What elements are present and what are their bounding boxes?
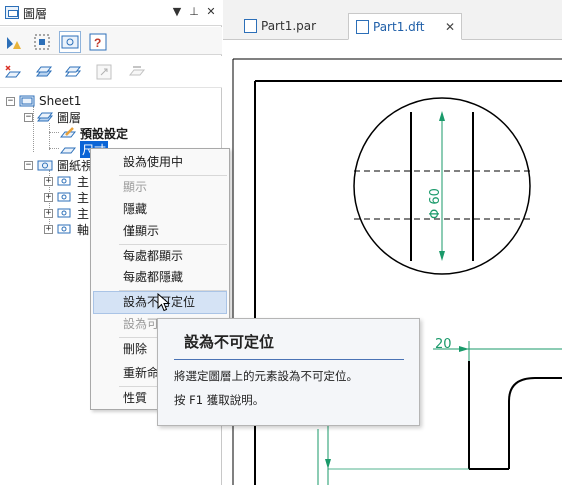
expand-icon[interactable]: +: [44, 176, 53, 186]
panel-title: 圖層: [23, 7, 48, 21]
tree-node-sheet[interactable]: − Sheet1: [6, 93, 81, 109]
show-layer-button[interactable]: [33, 61, 55, 83]
view-icon: [57, 192, 71, 202]
tooltip-help-hint: 按 F1 獲取說明。: [174, 393, 265, 407]
draft-doc-icon: [356, 20, 369, 34]
width-dimension-label[interactable]: 20: [435, 337, 452, 352]
expand-icon[interactable]: +: [44, 208, 53, 218]
new-layer-icon: [4, 65, 22, 78]
tree-node-view-2[interactable]: + 主: [44, 189, 89, 205]
panel-pin-icon[interactable]: ⊥: [187, 5, 201, 19]
new-layer-button[interactable]: [2, 61, 24, 83]
tree-label-layers: 圖層: [57, 110, 82, 125]
tree-node-view-1[interactable]: + 主: [44, 173, 89, 189]
collapse-icon[interactable]: −: [6, 96, 15, 106]
select-frame-icon: [34, 34, 50, 50]
expand-icon[interactable]: +: [44, 192, 53, 202]
layer-properties-tab[interactable]: [3, 31, 25, 53]
layer-toolbar: [0, 56, 222, 88]
part-doc-icon: [244, 19, 257, 33]
hide-layer-button[interactable]: [62, 61, 84, 83]
tree-label-sheet: Sheet1: [39, 94, 82, 108]
panel-tab-bar: ?: [0, 27, 222, 55]
panel-menu-dropdown-icon[interactable]: ▼: [170, 5, 184, 19]
menu-item-hide-everywhere[interactable]: 每處都隱藏: [93, 266, 227, 289]
tree-node-view-4[interactable]: + 軸: [44, 221, 89, 237]
tooltip-title: 設為不可定位: [184, 333, 275, 351]
collapse-icon[interactable]: −: [24, 112, 33, 122]
menu-item-show[interactable]: 顯示: [93, 176, 227, 199]
collapse-icon[interactable]: −: [24, 160, 33, 170]
menu-item-set-active[interactable]: 設為使用中: [93, 151, 227, 174]
tree-connector: [49, 123, 50, 150]
tree-label-view: 軸: [77, 222, 90, 237]
tree-connector: [49, 148, 59, 149]
expand-icon[interactable]: +: [44, 224, 53, 234]
layer-hide-icon: [64, 66, 82, 77]
tree-label-default-layer: 預設設定: [80, 126, 129, 141]
tree-node-view-3[interactable]: + 主: [44, 205, 89, 221]
view-icon: [57, 208, 71, 218]
move-layer-button[interactable]: [93, 61, 115, 83]
layer-move-icon: [96, 64, 112, 80]
help-tab[interactable]: ?: [87, 31, 109, 53]
layer-delete-icon: [128, 66, 146, 76]
layers-tab[interactable]: [59, 31, 81, 53]
tooltip-description: 將選定圖層上的元素設為不可定位。: [174, 369, 358, 383]
panel-close-icon[interactable]: ✕: [204, 5, 218, 19]
layer-properties-icon: [7, 37, 21, 49]
diameter-dimension-label[interactable]: Φ 60: [428, 188, 443, 219]
tooltip-divider: [174, 359, 404, 360]
tab-part-par[interactable]: Part1.par: [237, 13, 324, 40]
tab-label: Part1.dft: [373, 20, 425, 34]
tree-label-view: 主: [77, 206, 90, 221]
layer-icon: [60, 147, 76, 154]
tree-label-view: 主: [77, 174, 90, 189]
active-layer-pencil-icon: [60, 127, 76, 138]
help-tab-icon: ?: [89, 33, 107, 51]
layers-group-icon: [37, 112, 53, 122]
tree-label-drawing-views: 圖紙視: [57, 158, 94, 173]
tree-label-view: 主: [77, 190, 90, 205]
menu-item-show-only[interactable]: 僅顯示: [93, 220, 227, 243]
delete-layer-button[interactable]: [126, 61, 148, 83]
command-tooltip: 設為不可定位 將選定圖層上的元素設為不可定位。 按 F1 獲取說明。: [157, 318, 420, 426]
menu-item-hide[interactable]: 隱藏: [93, 198, 227, 221]
svg-text:?: ?: [94, 36, 101, 50]
tab-label: Part1.par: [261, 19, 317, 33]
mouse-cursor-icon: [157, 293, 171, 312]
sheet-icon: [19, 95, 35, 107]
tab-close-icon[interactable]: ✕: [445, 14, 455, 41]
menu-item-show-everywhere[interactable]: 每處都顯示: [93, 245, 227, 268]
tree-node-default-layer[interactable]: 預設設定: [60, 125, 128, 141]
tree-node-drawing-views[interactable]: − 圖紙視: [24, 157, 93, 173]
tab-part-dft[interactable]: Part1.dft ✕: [348, 13, 462, 40]
tree-connector: [49, 132, 59, 133]
view-icon: [57, 224, 71, 234]
select-frame-tab[interactable]: [31, 31, 53, 53]
layer-show-icon: [35, 66, 53, 77]
drawing-views-icon: [37, 160, 53, 171]
layers-panel-icon: [5, 6, 19, 19]
panel-titlebar: 圖層 ▼ ⊥ ✕: [0, 0, 222, 26]
layers-tab-icon: [61, 35, 79, 49]
tree-node-layers[interactable]: − 圖層: [24, 109, 81, 125]
view-icon: [57, 176, 71, 186]
document-tab-strip: Part1.par Part1.dft ✕: [223, 0, 562, 40]
